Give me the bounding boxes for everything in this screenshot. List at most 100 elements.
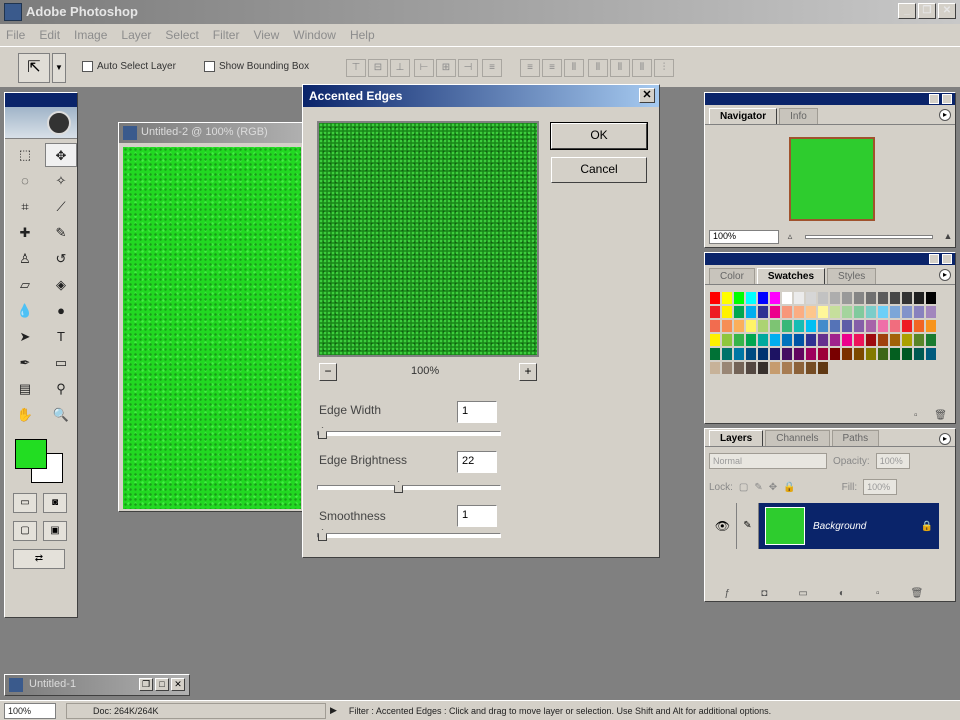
delete-swatch-icon[interactable]: 🗑 <box>934 410 947 421</box>
lasso-tool-icon[interactable]: ◌ <box>9 169 41 193</box>
swatch-cell[interactable] <box>889 291 901 305</box>
swatch-cell[interactable] <box>745 333 757 347</box>
swatch-cell[interactable] <box>769 291 781 305</box>
swatch-cell[interactable] <box>865 361 877 375</box>
standard-mode-icon[interactable]: ▭ <box>13 493 37 513</box>
swatch-cell[interactable] <box>925 361 937 375</box>
swatch-cell[interactable] <box>781 305 793 319</box>
swatch-cell[interactable] <box>901 347 913 361</box>
full-screen-menu-icon[interactable]: ▣ <box>43 521 67 541</box>
swatch-cell[interactable] <box>901 305 913 319</box>
swatch-cell[interactable] <box>841 319 853 333</box>
swatch-cell[interactable] <box>721 319 733 333</box>
swatch-cell[interactable] <box>793 319 805 333</box>
swatch-cell[interactable] <box>769 347 781 361</box>
zoom-out-button[interactable]: − <box>319 363 337 381</box>
swatch-cell[interactable] <box>853 347 865 361</box>
align-bottom-icon[interactable]: ⊥ <box>390 59 410 77</box>
swatch-cell[interactable] <box>805 291 817 305</box>
close-button[interactable]: ✕ <box>938 3 956 19</box>
dodge-tool-icon[interactable]: ● <box>45 299 77 323</box>
edge-width-input[interactable]: 1 <box>457 401 497 423</box>
paint-bucket-tool-icon[interactable]: ◈ <box>45 273 77 297</box>
swatch-cell[interactable] <box>901 333 913 347</box>
zoom-tool-icon[interactable]: 🔍 <box>45 403 77 427</box>
status-zoom-input[interactable]: 100% <box>4 702 56 719</box>
layer-row-background[interactable]: 👁 ✎ Background 🔒 <box>709 503 939 549</box>
swatch-cell[interactable] <box>853 319 865 333</box>
history-brush-tool-icon[interactable]: ↺ <box>45 247 77 271</box>
swatch-cell[interactable] <box>925 305 937 319</box>
tab-swatches[interactable]: Swatches <box>756 268 826 284</box>
swatch-cell[interactable] <box>889 333 901 347</box>
swatches-minimize-button[interactable] <box>929 254 939 264</box>
healing-brush-tool-icon[interactable]: ✚ <box>9 221 41 245</box>
zoom-in-button[interactable]: + <box>519 363 537 381</box>
current-tool-move-icon[interactable]: ⇱ <box>18 53 50 83</box>
swatch-cell[interactable] <box>733 319 745 333</box>
swatch-cell[interactable] <box>913 347 925 361</box>
swatch-cell[interactable] <box>841 333 853 347</box>
magic-wand-tool-icon[interactable]: ✧ <box>45 169 77 193</box>
layer-set-icon[interactable]: ▭ <box>798 588 807 599</box>
status-arrow-icon[interactable]: ▶ <box>330 705 337 716</box>
distribute-top-icon[interactable]: ≡ <box>482 59 502 77</box>
navigator-zoom-input[interactable]: 100% <box>709 230 779 244</box>
distribute-vcenter-icon[interactable]: ≡ <box>520 59 540 77</box>
auto-align-icon[interactable]: ⫶ <box>654 59 674 77</box>
swatch-cell[interactable] <box>817 305 829 319</box>
tool-preset-dropdown[interactable]: ▼ <box>52 53 66 83</box>
marquee-tool-icon[interactable]: ⬚ <box>9 143 41 167</box>
swatch-cell[interactable] <box>781 361 793 375</box>
menu-edit[interactable]: Edit <box>39 28 60 42</box>
swatch-cell[interactable] <box>817 319 829 333</box>
dialog-title-bar[interactable]: Accented Edges ✕ <box>303 85 659 107</box>
swatch-cell[interactable] <box>913 305 925 319</box>
navigator-thumbnail[interactable] <box>789 137 875 221</box>
quick-mask-mode-icon[interactable]: ◙ <box>43 493 67 513</box>
tools-logo-banner[interactable] <box>5 107 77 139</box>
navigator-close-button[interactable] <box>942 94 952 104</box>
navigator-zoom-slider[interactable] <box>805 235 933 239</box>
swatch-cell[interactable] <box>841 305 853 319</box>
dialog-close-button[interactable]: ✕ <box>639 88 655 103</box>
tab-navigator[interactable]: Navigator <box>709 108 778 124</box>
swatch-cell[interactable] <box>817 333 829 347</box>
swatch-cell[interactable] <box>913 361 925 375</box>
swatch-cell[interactable] <box>829 291 841 305</box>
swatch-cell[interactable] <box>841 347 853 361</box>
crop-tool-icon[interactable]: ⌗ <box>9 195 41 219</box>
swatch-cell[interactable] <box>829 361 841 375</box>
swatch-cell[interactable] <box>817 347 829 361</box>
swatch-cell[interactable] <box>889 319 901 333</box>
align-vcenter-icon[interactable]: ⊟ <box>368 59 388 77</box>
align-hcenter-icon[interactable]: ⊞ <box>436 59 456 77</box>
blend-mode-select[interactable]: Normal <box>709 453 827 469</box>
new-swatch-icon[interactable]: ▫ <box>914 410 918 421</box>
navigator-menu-icon[interactable]: ▸ <box>939 109 951 121</box>
minimized-document[interactable]: Untitled-1 ❐ □ ✕ <box>4 674 190 696</box>
swatch-cell[interactable] <box>865 347 877 361</box>
lock-image-icon[interactable]: ✎ <box>754 482 762 493</box>
standard-screen-icon[interactable]: ▢ <box>13 521 37 541</box>
swatch-cell[interactable] <box>817 291 829 305</box>
shape-tool-icon[interactable]: ▭ <box>45 351 77 375</box>
swatch-cell[interactable] <box>709 361 721 375</box>
swatch-cell[interactable] <box>733 361 745 375</box>
tab-color[interactable]: Color <box>709 268 755 284</box>
swatch-cell[interactable] <box>781 291 793 305</box>
cancel-button[interactable]: Cancel <box>551 157 647 183</box>
swatch-cell[interactable] <box>709 333 721 347</box>
swatch-cell[interactable] <box>709 319 721 333</box>
swatch-cell[interactable] <box>829 333 841 347</box>
fill-input[interactable]: 100% <box>863 479 898 495</box>
swatch-cell[interactable] <box>853 333 865 347</box>
path-selection-tool-icon[interactable]: ➤ <box>9 325 41 349</box>
adjustment-layer-icon[interactable]: ◐ <box>839 588 845 599</box>
auto-select-layer-option[interactable]: Auto Select Layer <box>82 61 176 72</box>
adobe-online-icon[interactable] <box>47 111 71 135</box>
swatch-cell[interactable] <box>721 291 733 305</box>
edge-width-slider[interactable] <box>317 427 501 439</box>
swatch-cell[interactable] <box>877 347 889 361</box>
swatch-cell[interactable] <box>733 347 745 361</box>
